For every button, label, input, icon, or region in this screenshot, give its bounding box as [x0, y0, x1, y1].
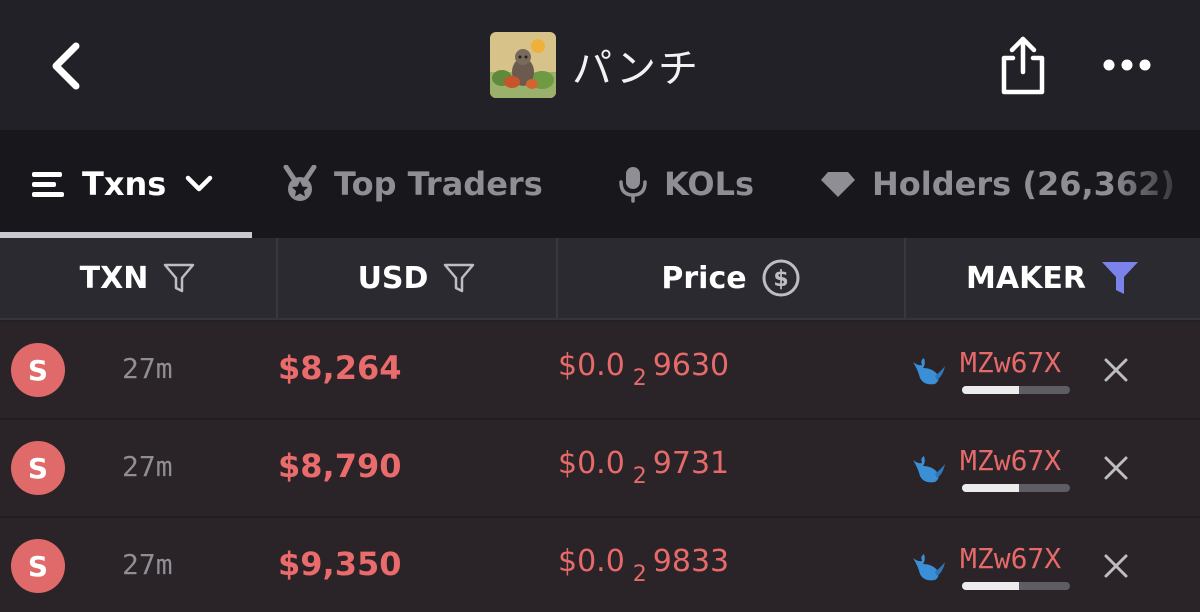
tab-bar: Txns Top Traders KOLs Holders (26,362) [0, 130, 1200, 238]
tab-top-traders-label: Top Traders [334, 165, 543, 203]
maker-address[interactable]: MZw67X [960, 346, 1061, 379]
table-header: TXN USD Price $ MAKER [0, 238, 1200, 320]
ellipsis-icon [1103, 59, 1151, 71]
price-value: $0.0 2 9833 [558, 544, 730, 587]
price-zero-count: 2 [632, 366, 647, 391]
table-row[interactable]: S 27m $8,264 $0.0 2 9630 MZw67X [0, 322, 1200, 418]
table-row[interactable]: S 27m $8,790 $0.0 2 9731 MZw67X [0, 420, 1200, 516]
sell-badge: S [11, 343, 65, 397]
tab-txns-label: Txns [82, 165, 167, 203]
usd-amount: $8,264 [278, 349, 402, 387]
diamond-icon [820, 169, 856, 199]
page-title: パンチ [572, 46, 700, 92]
chevron-left-icon [52, 42, 80, 90]
txn-age: 27m [122, 548, 173, 581]
maker-balance-fill [962, 484, 1020, 492]
price-digits: 9833 [652, 544, 730, 579]
token-avatar [490, 32, 556, 98]
tab-holders[interactable]: Holders (26,362) [820, 130, 1175, 238]
maker-address[interactable]: MZw67X [960, 444, 1061, 477]
share-icon [1001, 36, 1045, 95]
price-digits: 9630 [652, 348, 730, 383]
whale-icon [913, 358, 945, 385]
txn-age: 27m [122, 450, 173, 483]
maker-balance-bar [962, 582, 1070, 590]
whale-icon [913, 554, 945, 581]
price-zero-count: 2 [632, 562, 647, 587]
maker-balance-bar [962, 386, 1070, 394]
txn-age: 27m [122, 352, 173, 385]
price-prefix: $0.0 [558, 348, 625, 383]
column-price: Price $ [558, 238, 904, 318]
list-icon [30, 169, 66, 199]
maker-balance-fill [962, 386, 1020, 394]
close-icon[interactable] [1100, 452, 1132, 484]
medal-icon [282, 165, 318, 203]
column-usd-label: USD [357, 260, 429, 296]
tab-top-traders[interactable]: Top Traders [282, 130, 543, 238]
column-maker-label: MAKER [966, 260, 1086, 296]
table-row[interactable]: S 27m $9,350 $0.0 2 9833 MZw67X [0, 518, 1200, 612]
dollar-circle-icon[interactable]: $ [761, 258, 801, 298]
close-icon[interactable] [1100, 550, 1132, 582]
column-maker: MAKER [906, 238, 1200, 318]
svg-text:$: $ [773, 267, 788, 292]
sell-badge: S [11, 539, 65, 593]
sell-badge: S [11, 441, 65, 495]
price-value: $0.0 2 9630 [558, 348, 730, 391]
column-txn: TXN [0, 238, 276, 318]
whale-icon [913, 456, 945, 483]
column-usd: USD [278, 238, 556, 318]
price-value: $0.0 2 9731 [558, 446, 730, 489]
price-digits: 9731 [652, 446, 730, 481]
share-button[interactable] [996, 34, 1050, 98]
tab-kols[interactable]: KOLs [618, 130, 754, 238]
usd-amount: $9,350 [278, 545, 402, 583]
filter-icon[interactable] [442, 261, 476, 295]
close-icon[interactable] [1100, 354, 1132, 386]
maker-address[interactable]: MZw67X [960, 542, 1061, 575]
more-options-button[interactable] [1100, 50, 1154, 80]
back-button[interactable] [42, 38, 90, 94]
tab-kols-label: KOLs [664, 165, 754, 203]
column-txn-label: TXN [79, 260, 149, 296]
microphone-icon [618, 165, 648, 203]
filter-icon[interactable] [162, 261, 196, 295]
maker-balance-fill [962, 582, 1020, 590]
filter-active-icon[interactable] [1100, 260, 1140, 296]
usd-amount: $8,790 [278, 447, 402, 485]
price-prefix: $0.0 [558, 544, 625, 579]
maker-balance-bar [962, 484, 1070, 492]
top-bar: パンチ [0, 0, 1200, 130]
tab-holders-label: Holders (26,362) [872, 165, 1176, 203]
price-zero-count: 2 [632, 464, 647, 489]
column-price-label: Price [661, 260, 747, 296]
price-prefix: $0.0 [558, 446, 625, 481]
tab-txns[interactable]: Txns [30, 130, 214, 238]
chevron-down-icon [184, 174, 214, 194]
